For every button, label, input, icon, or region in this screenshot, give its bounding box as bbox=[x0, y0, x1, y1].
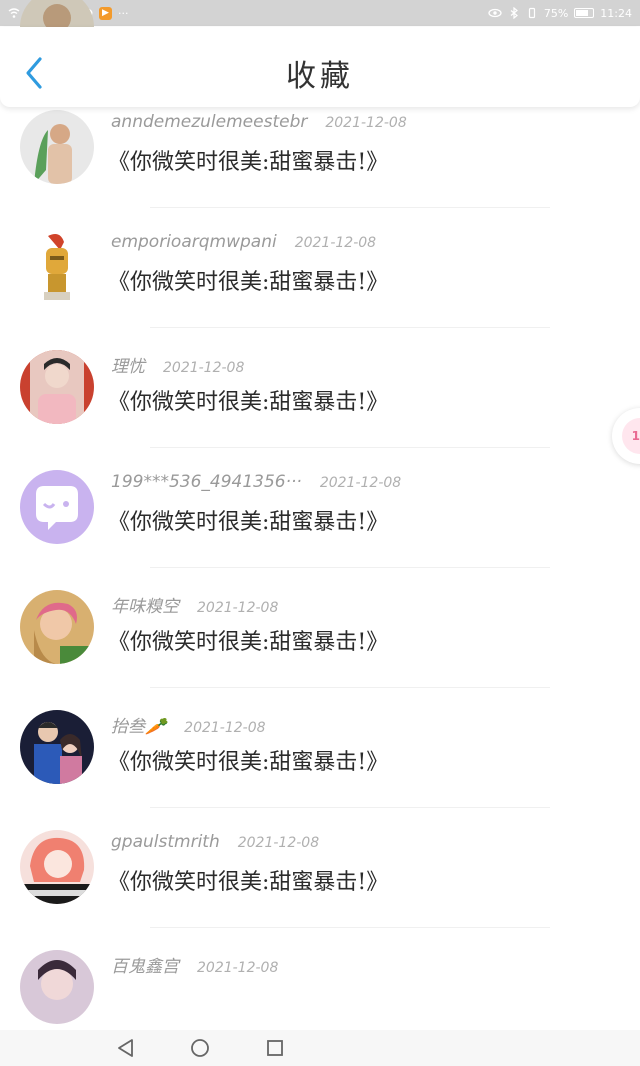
favorite-title[interactable]: 《你微笑时很美:甜蜜暴击!》 bbox=[108, 744, 388, 776]
back-triangle-icon[interactable] bbox=[114, 1036, 138, 1060]
favorite-title[interactable]: 《你微笑时很美:甜蜜暴击!》 bbox=[108, 264, 388, 296]
username[interactable]: anndemezulemeestebr bbox=[111, 112, 307, 132]
avatar-image bbox=[20, 230, 94, 304]
favorite-title[interactable]: 《你微笑时很美:甜蜜暴击!》 bbox=[108, 504, 388, 536]
item-meta: 理忧 2021-12-08 bbox=[111, 352, 244, 377]
item-meta: emporioarqmwpani 2021-12-08 bbox=[111, 232, 376, 252]
username[interactable]: 年味糗空 bbox=[111, 592, 179, 617]
username[interactable]: gpaulstmrith bbox=[111, 832, 220, 852]
item-meta: gpaulstmrith 2021-12-08 bbox=[111, 832, 319, 852]
item-meta: 年味糗空 2021-12-08 bbox=[111, 592, 278, 617]
username[interactable]: 百鬼鑫宫 bbox=[111, 952, 179, 977]
date: 2021-12-08 bbox=[237, 835, 320, 851]
avatar-image bbox=[20, 830, 94, 904]
favorites-page: Q ▶ ··· 75% 11:24 《你微笑时很美:甜蜜暴击!》anndemez… bbox=[0, 0, 640, 1066]
list-item[interactable]: gpaulstmrith 2021-12-08 《你微笑时很美:甜蜜暴击!》 bbox=[0, 808, 640, 928]
floating-bubble-badge: 10 bbox=[622, 418, 640, 454]
item-meta: 抬叁🥕 2021-12-08 bbox=[111, 712, 266, 737]
item-meta: anndemezulemeestebr 2021-12-08 bbox=[111, 112, 407, 132]
avatar-image bbox=[20, 470, 94, 544]
username[interactable]: emporioarqmwpani bbox=[111, 232, 277, 252]
username[interactable]: 199***536_4941356··· bbox=[111, 472, 302, 492]
favorite-title[interactable]: 《你微笑时很美:甜蜜暴击!》 bbox=[108, 384, 388, 416]
item-meta: 199***536_4941356··· 2021-12-08 bbox=[111, 472, 401, 492]
header-bar: 收藏 bbox=[0, 27, 640, 107]
favorite-title[interactable]: 《你微笑时很美:甜蜜暴击!》 bbox=[108, 624, 388, 656]
list-item[interactable]: 理忧 2021-12-08 《你微笑时很美:甜蜜暴击!》 bbox=[0, 328, 640, 448]
list-item[interactable]: emporioarqmwpani 2021-12-08 《你微笑时很美:甜蜜暴击!》 bbox=[0, 208, 640, 328]
home-circle-icon[interactable] bbox=[188, 1036, 212, 1060]
avatar-image bbox=[20, 710, 94, 784]
date: 2021-12-08 bbox=[197, 960, 279, 976]
username[interactable]: 理忧 bbox=[111, 352, 145, 377]
item-meta: 百鬼鑫宫 2021-12-08 bbox=[111, 952, 278, 977]
date: 2021-12-08 bbox=[325, 115, 407, 131]
list-item[interactable]: 年味糗空 2021-12-08 《你微笑时很美:甜蜜暴击!》 bbox=[0, 568, 640, 688]
avatar[interactable] bbox=[20, 590, 94, 664]
avatar[interactable] bbox=[20, 350, 94, 424]
avatar[interactable] bbox=[20, 110, 94, 184]
avatar-image bbox=[20, 590, 94, 664]
avatar-image bbox=[20, 950, 94, 1024]
avatar-image bbox=[20, 110, 94, 184]
favorite-title[interactable]: 《你微笑时很美:甜蜜暴击!》 bbox=[108, 144, 388, 176]
date: 2021-12-08 bbox=[163, 360, 245, 376]
page-title: 收藏 bbox=[286, 59, 354, 94]
date: 2021-12-08 bbox=[294, 235, 377, 251]
date: 2021-12-08 bbox=[197, 600, 279, 616]
avatar[interactable] bbox=[20, 710, 94, 784]
system-nav-bar bbox=[0, 1030, 640, 1066]
date: 2021-12-08 bbox=[319, 475, 402, 491]
avatar[interactable] bbox=[20, 470, 94, 544]
recents-square-icon[interactable] bbox=[263, 1036, 287, 1060]
favorite-title[interactable]: 《你微笑时很美:甜蜜暴击!》 bbox=[108, 864, 388, 896]
avatar-image bbox=[20, 350, 94, 424]
date: 2021-12-08 bbox=[184, 720, 266, 736]
username[interactable]: 抬叁🥕 bbox=[111, 712, 166, 737]
avatar[interactable] bbox=[20, 230, 94, 304]
avatar[interactable] bbox=[20, 830, 94, 904]
list-item[interactable]: 抬叁🥕 2021-12-08 《你微笑时很美:甜蜜暴击!》 bbox=[0, 688, 640, 808]
list-item[interactable]: 199***536_4941356··· 2021-12-08 《你微笑时很美:甜蜜… bbox=[0, 448, 640, 568]
avatar[interactable] bbox=[20, 950, 94, 1024]
